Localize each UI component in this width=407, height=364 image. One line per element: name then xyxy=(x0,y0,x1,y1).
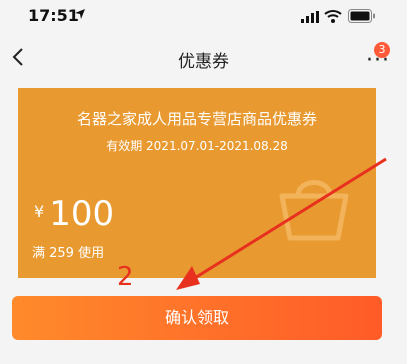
more-button[interactable]: ··· 3 xyxy=(360,42,394,74)
coupon-card: 名器之家成人用品专营店商品优惠券 有效期 2021.07.01-2021.08.… xyxy=(12,88,382,278)
battery-icon xyxy=(348,9,375,23)
location-icon xyxy=(75,9,85,19)
coupon-amount: 100 xyxy=(49,194,115,234)
coupon-validity: 有效期 2021.07.01-2021.08.28 xyxy=(106,139,288,153)
bag-icon xyxy=(279,180,349,241)
wifi-icon xyxy=(324,10,342,23)
coupon-min-spend: 满 259 使用 xyxy=(32,246,105,261)
coupon-price: ¥ 100 xyxy=(34,194,114,234)
confirm-claim-button[interactable]: 确认领取 xyxy=(12,296,382,340)
page-title: 优惠券 xyxy=(178,52,229,72)
notification-badge: 3 xyxy=(374,42,390,58)
currency-symbol: ¥ xyxy=(34,202,45,221)
coupon-title: 名器之家成人用品专营店商品优惠券 xyxy=(76,110,317,128)
more-icon: ··· xyxy=(366,48,390,73)
annotation-step-number: 2 xyxy=(117,262,134,292)
status-time: 17:51 xyxy=(28,6,79,25)
signal-icon xyxy=(301,11,319,23)
status-bar: 17:51 xyxy=(0,0,407,36)
nav-bar: 优惠券 ··· 3 xyxy=(0,36,407,80)
